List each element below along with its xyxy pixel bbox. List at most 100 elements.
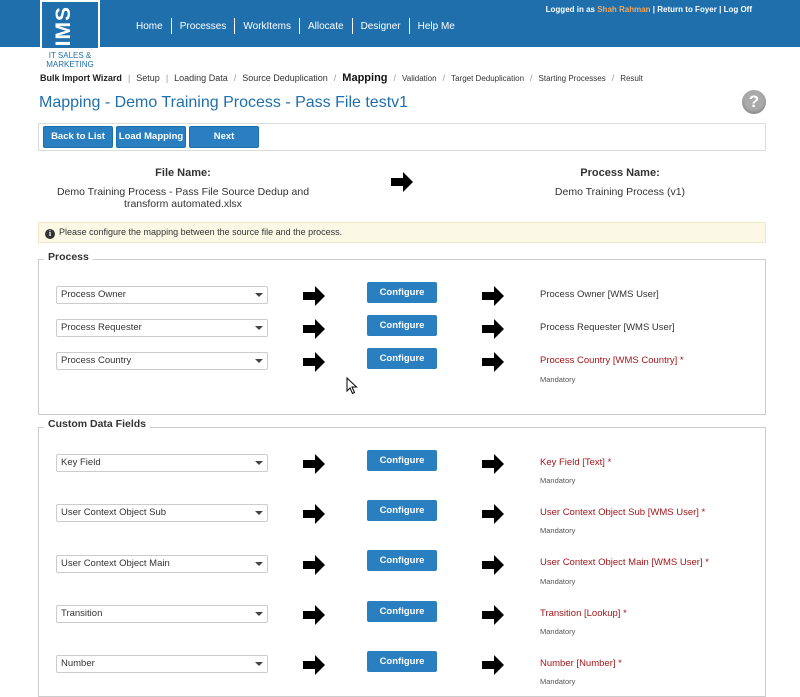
configure-button[interactable]: Configure — [367, 348, 437, 369]
select-value: Process Requester — [61, 322, 142, 333]
arrow-right-icon — [303, 504, 325, 524]
wizard-step-starting-processes: Starting Processes — [538, 73, 606, 83]
chevron-down-icon — [255, 461, 263, 465]
target-field-label-required: Number [Number] * — [540, 658, 622, 669]
mandatory-note: Mandatory — [540, 526, 576, 535]
select-value: Transition — [61, 608, 103, 619]
select-value: Key Field — [61, 457, 101, 468]
file-name-value: Demo Training Process - Pass File Source… — [38, 186, 328, 210]
target-field-label: Process Requester [WMS User] — [540, 322, 675, 333]
configure-button[interactable]: Configure — [367, 315, 437, 336]
number-select[interactable]: Number — [56, 655, 268, 673]
process-requester-select[interactable]: Process Requester — [56, 319, 268, 337]
target-field-label-required: Key Field [Text] * — [540, 457, 612, 468]
arrow-right-icon — [482, 454, 504, 474]
return-to-foyer-link[interactable]: Return to Foyer — [657, 5, 717, 14]
mandatory-note: Mandatory — [540, 577, 576, 586]
load-mapping-button[interactable]: Load Mapping — [116, 126, 186, 148]
arrow-right-icon — [391, 172, 413, 192]
wizard-step-setup: Setup — [136, 73, 160, 83]
file-name-label: File Name: — [155, 167, 211, 179]
chevron-down-icon — [255, 326, 263, 330]
nav-designer[interactable]: Designer — [353, 21, 409, 32]
arrow-right-icon — [303, 605, 325, 625]
process-section-legend: Process — [44, 251, 93, 263]
chevron-down-icon — [255, 562, 263, 566]
arrow-right-icon — [482, 605, 504, 625]
select-value: Process Country — [61, 355, 132, 366]
select-value: Process Owner — [61, 289, 126, 300]
arrow-right-icon — [482, 555, 504, 575]
mandatory-note: Mandatory — [540, 677, 576, 686]
nav-allocate[interactable]: Allocate — [300, 21, 352, 32]
wizard-step-validation: Validation — [402, 73, 437, 83]
select-value: User Context Object Sub — [61, 507, 167, 518]
target-field-label-required: Transition [Lookup] * — [540, 608, 627, 619]
chevron-down-icon — [255, 293, 263, 297]
transition-select[interactable]: Transition — [56, 605, 268, 623]
configure-button[interactable]: Configure — [367, 651, 437, 672]
wizard-step-target-dedup: Target Deduplication — [451, 73, 525, 83]
arrow-right-icon — [482, 504, 504, 524]
mandatory-note: Mandatory — [540, 476, 576, 485]
notice-text: Please configure the mapping between the… — [59, 227, 343, 237]
user-bar-separator: | — [652, 5, 656, 14]
target-field-label-required: Process Country [WMS Country] * — [540, 355, 684, 366]
arrow-right-icon — [482, 352, 504, 372]
user-bar-separator: | — [719, 5, 722, 14]
process-country-select[interactable]: Process Country — [56, 352, 268, 370]
user-name-link[interactable]: Shah Rahman — [597, 5, 650, 14]
chevron-down-icon — [255, 612, 263, 616]
arrow-right-icon — [482, 286, 504, 306]
custom-data-fields-legend: Custom Data Fields — [44, 418, 151, 430]
wizard-step-result: Result — [620, 73, 643, 83]
target-field-label: Process Owner [WMS User] — [540, 289, 659, 300]
wizard-step-loading-data: Loading Data — [174, 73, 228, 83]
process-owner-select[interactable]: Process Owner — [56, 286, 268, 304]
mandatory-note: Mandatory — [540, 375, 576, 384]
chevron-down-icon — [255, 662, 263, 666]
nav-workitems[interactable]: WorkItems — [235, 21, 299, 32]
log-off-link[interactable]: Log Off — [724, 5, 752, 14]
logo-subtitle-1: IT SALES & — [48, 51, 92, 60]
file-name-line-1: Demo Training Process - Pass File Source… — [56, 186, 310, 198]
arrow-right-icon — [303, 286, 325, 306]
mandatory-note: Mandatory — [540, 627, 576, 636]
configure-button[interactable]: Configure — [367, 450, 437, 471]
arrow-right-icon — [303, 555, 325, 575]
arrow-right-icon — [303, 352, 325, 372]
main-nav: Home Processes WorkItems Allocate Design… — [128, 18, 463, 34]
back-to-list-button[interactable]: Back to List — [43, 126, 113, 148]
arrow-right-icon — [482, 319, 504, 339]
wizard-step-source-dedup: Source Deduplication — [242, 73, 328, 83]
info-icon: i — [45, 229, 55, 239]
process-name-block: Process Name: Demo Training Process (v1) — [480, 167, 760, 198]
nav-home[interactable]: Home — [128, 21, 171, 32]
wizard-step-mapping: Mapping — [342, 72, 388, 84]
logo[interactable]: EIMS IT SALES & MARKETING — [40, 0, 100, 70]
file-name-line-2: transform automated.xlsx — [124, 198, 242, 210]
select-value: User Context Object Main — [61, 558, 170, 569]
configure-button[interactable]: Configure — [367, 282, 437, 303]
user-context-object-sub-select[interactable]: User Context Object Sub — [56, 504, 268, 522]
file-name-block: File Name: Demo Training Process - Pass … — [38, 167, 328, 210]
nav-help-me[interactable]: Help Me — [410, 21, 463, 32]
chevron-down-icon — [255, 511, 263, 515]
configure-button[interactable]: Configure — [367, 601, 437, 622]
help-icon[interactable]: ? — [742, 90, 766, 114]
logged-in-label: Logged in as — [545, 5, 595, 14]
user-context-object-main-select[interactable]: User Context Object Main — [56, 555, 268, 573]
select-value: Number — [61, 658, 95, 669]
target-field-label-required: User Context Object Main [WMS User] * — [540, 557, 709, 568]
process-name-label: Process Name: — [580, 167, 660, 179]
page-title: Mapping - Demo Training Process - Pass F… — [39, 94, 409, 111]
key-field-select[interactable]: Key Field — [56, 454, 268, 472]
arrow-right-icon — [303, 319, 325, 339]
arrow-right-icon — [303, 454, 325, 474]
configure-button[interactable]: Configure — [367, 500, 437, 521]
wizard-breadcrumb: Bulk Import Wizard | Setup | Loading Dat… — [40, 72, 647, 84]
logo-box: EIMS — [40, 0, 100, 61]
nav-processes[interactable]: Processes — [172, 21, 235, 32]
next-button[interactable]: Next — [189, 126, 259, 148]
configure-button[interactable]: Configure — [367, 550, 437, 571]
